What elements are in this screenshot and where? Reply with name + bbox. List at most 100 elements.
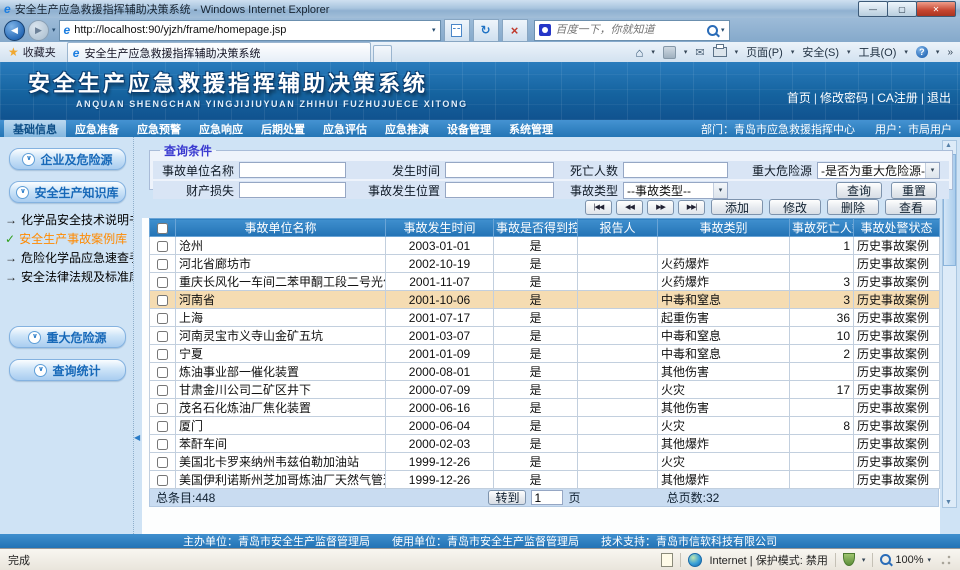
address-field[interactable]: http://localhost:90/yjzh/frame/homepage.… <box>59 20 441 41</box>
table-row[interactable]: 重庆长风化一车间二苯甲酮工段二号光化釜2001-11-07是火药爆炸3历史事故案… <box>150 273 940 291</box>
sidebar-item-laws-standards[interactable]: 安全法律法规及标准库 <box>5 267 133 286</box>
row-checkbox[interactable] <box>157 421 168 432</box>
row-checkbox[interactable] <box>157 439 168 450</box>
nav-item[interactable]: 后期处置 <box>252 120 314 138</box>
help-dropdown-icon[interactable] <box>936 48 940 56</box>
unit-name-input[interactable] <box>239 162 346 178</box>
row-checkbox[interactable] <box>157 349 168 360</box>
row-checkbox[interactable] <box>157 313 168 324</box>
table-row[interactable]: 美国伊利诺斯州芝加哥炼油厂天然气管道1999-12-26是其他爆炸历史事故案例 <box>150 471 940 489</box>
refresh-button[interactable] <box>473 19 499 42</box>
modify-button[interactable]: 修改 <box>769 199 821 215</box>
pager-button[interactable]: |◀◀ <box>585 200 612 215</box>
favorites-button[interactable]: 收藏夹 <box>5 42 59 62</box>
safety-menu[interactable]: 安全(S) <box>802 44 839 60</box>
zoom-control[interactable]: 100% <box>880 554 931 566</box>
major-hazard-select[interactable]: -是否为重大危险源- <box>817 162 940 179</box>
add-button[interactable]: 添加 <box>711 199 763 215</box>
browser-tab[interactable]: 安全生产应急救援指挥辅助决策系统 <box>67 42 371 62</box>
top-link[interactable]: 退出 <box>926 89 952 106</box>
table-row[interactable]: 河南灵宝市义寺山金矿五坑2001-03-07是中毒和窒息10历史事故案例 <box>150 327 940 345</box>
zoom-dropdown-icon[interactable] <box>927 556 931 564</box>
table-row[interactable]: 炼油事业部一催化装置2000-08-01是其他伤害历史事故案例 <box>150 363 940 381</box>
tools-menu-dropdown-icon[interactable] <box>904 48 908 56</box>
table-row[interactable]: 上海2001-07-17是起重伤害36历史事故案例 <box>150 309 940 327</box>
back-button[interactable]: ◀ <box>4 20 25 41</box>
read-mail-icon[interactable] <box>695 46 704 59</box>
stop-button[interactable] <box>502 19 528 42</box>
feeds-icon[interactable] <box>663 46 676 59</box>
overflow-chevron-icon[interactable] <box>947 47 953 58</box>
url-text[interactable]: http://localhost:90/yjzh/frame/homepage.… <box>74 24 428 36</box>
page-menu[interactable]: 页面(P) <box>746 44 783 60</box>
table-row[interactable]: 河南省2001-10-06是中毒和窒息3历史事故案例 <box>150 291 940 309</box>
pager-button[interactable]: ▶▶| <box>678 200 705 215</box>
row-checkbox[interactable] <box>157 241 168 252</box>
nav-item[interactable]: 应急推演 <box>376 120 438 138</box>
nav-item[interactable]: 基础信息 <box>4 120 66 138</box>
nav-item[interactable]: 应急准备 <box>66 120 128 138</box>
search-button[interactable]: 查询 <box>836 182 882 199</box>
sidebar-group-knowledge-base[interactable]: 安全生产知识库 <box>9 181 126 203</box>
page-number-input[interactable] <box>531 490 563 505</box>
row-checkbox[interactable] <box>157 295 168 306</box>
row-checkbox[interactable] <box>157 259 168 270</box>
sidebar-group-major-hazard[interactable]: 重大危险源 <box>9 326 126 348</box>
table-row[interactable]: 茂名石化炼油厂焦化装置2000-06-16是其他伤害历史事故案例 <box>150 399 940 417</box>
sidebar-item-chemical-msds[interactable]: 化学品安全技术说明书 <box>5 210 133 229</box>
table-row[interactable]: 河北省廊坊市2002-10-19是火药爆炸历史事故案例 <box>150 255 940 273</box>
resize-grip[interactable] <box>940 554 952 566</box>
row-checkbox[interactable] <box>157 331 168 342</box>
nav-item[interactable]: 应急预警 <box>128 120 190 138</box>
table-row[interactable]: 宁夏2001-01-09是中毒和窒息2历史事故案例 <box>150 345 940 363</box>
minimize-button[interactable]: — <box>858 1 888 17</box>
top-link[interactable]: 修改密码 <box>819 89 869 106</box>
print-icon[interactable] <box>713 47 727 57</box>
feeds-dropdown-icon[interactable] <box>684 48 688 56</box>
table-row[interactable]: 苯酐车间2000-02-03是其他爆炸历史事故案例 <box>150 435 940 453</box>
row-checkbox[interactable] <box>157 457 168 468</box>
tools-menu[interactable]: 工具(O) <box>859 44 897 60</box>
row-checkbox[interactable] <box>157 475 168 486</box>
home-dropdown-icon[interactable] <box>651 48 655 56</box>
view-button[interactable]: 查看 <box>885 199 937 215</box>
row-checkbox[interactable] <box>157 385 168 396</box>
top-link[interactable]: 首页 <box>786 89 812 106</box>
nav-item[interactable]: 系统管理 <box>500 120 562 138</box>
pager-button[interactable]: ◀◀ <box>616 200 643 215</box>
close-button[interactable]: ✕ <box>916 1 956 17</box>
property-loss-input[interactable] <box>239 182 346 198</box>
help-icon[interactable] <box>916 46 928 58</box>
sidebar-group-query-stats[interactable]: 查询统计 <box>9 359 126 381</box>
deaths-input[interactable] <box>623 162 728 178</box>
new-tab-button[interactable] <box>373 45 392 62</box>
table-row[interactable]: 沧州2003-01-01是1历史事故案例 <box>150 237 940 255</box>
reset-button[interactable]: 重置 <box>891 182 937 199</box>
sidebar-item-accident-cases[interactable]: 安全生产事故案例库 <box>5 229 133 248</box>
nav-item[interactable]: 应急评估 <box>314 120 376 138</box>
shield-icon[interactable] <box>843 553 855 566</box>
table-row[interactable]: 美国北卡罗来纳州韦兹伯勒加油站1999-12-26是火灾历史事故案例 <box>150 453 940 471</box>
table-row[interactable]: 甘肃金川公司二矿区井下2000-07-09是火灾17历史事故案例 <box>150 381 940 399</box>
location-input[interactable] <box>445 182 554 198</box>
search-input[interactable] <box>554 23 704 37</box>
pager-button[interactable]: ▶▶ <box>647 200 674 215</box>
forward-button[interactable]: ▶ <box>28 20 49 41</box>
delete-button[interactable]: 删除 <box>827 199 879 215</box>
search-dropdown-icon[interactable]: ▾ <box>721 26 725 34</box>
sidebar-item-hazchem-quickref[interactable]: 危险化学品应急速查手... <box>5 248 133 267</box>
home-icon[interactable] <box>636 45 644 60</box>
row-checkbox[interactable] <box>157 277 168 288</box>
page-menu-dropdown-icon[interactable] <box>791 48 795 56</box>
accident-type-select[interactable]: --事故类型-- <box>623 182 728 199</box>
table-row[interactable]: 厦门2000-06-04是火灾8历史事故案例 <box>150 417 940 435</box>
safety-menu-dropdown-icon[interactable] <box>847 48 851 56</box>
maximize-button[interactable]: ▢ <box>887 1 917 17</box>
row-checkbox[interactable] <box>157 367 168 378</box>
search-box[interactable]: ▾ <box>534 20 730 41</box>
nav-item[interactable]: 设备管理 <box>438 120 500 138</box>
row-checkbox[interactable] <box>157 403 168 414</box>
select-all-checkbox[interactable] <box>157 223 168 234</box>
occur-time-input[interactable] <box>445 162 554 178</box>
top-link[interactable]: CA注册 <box>876 89 919 106</box>
